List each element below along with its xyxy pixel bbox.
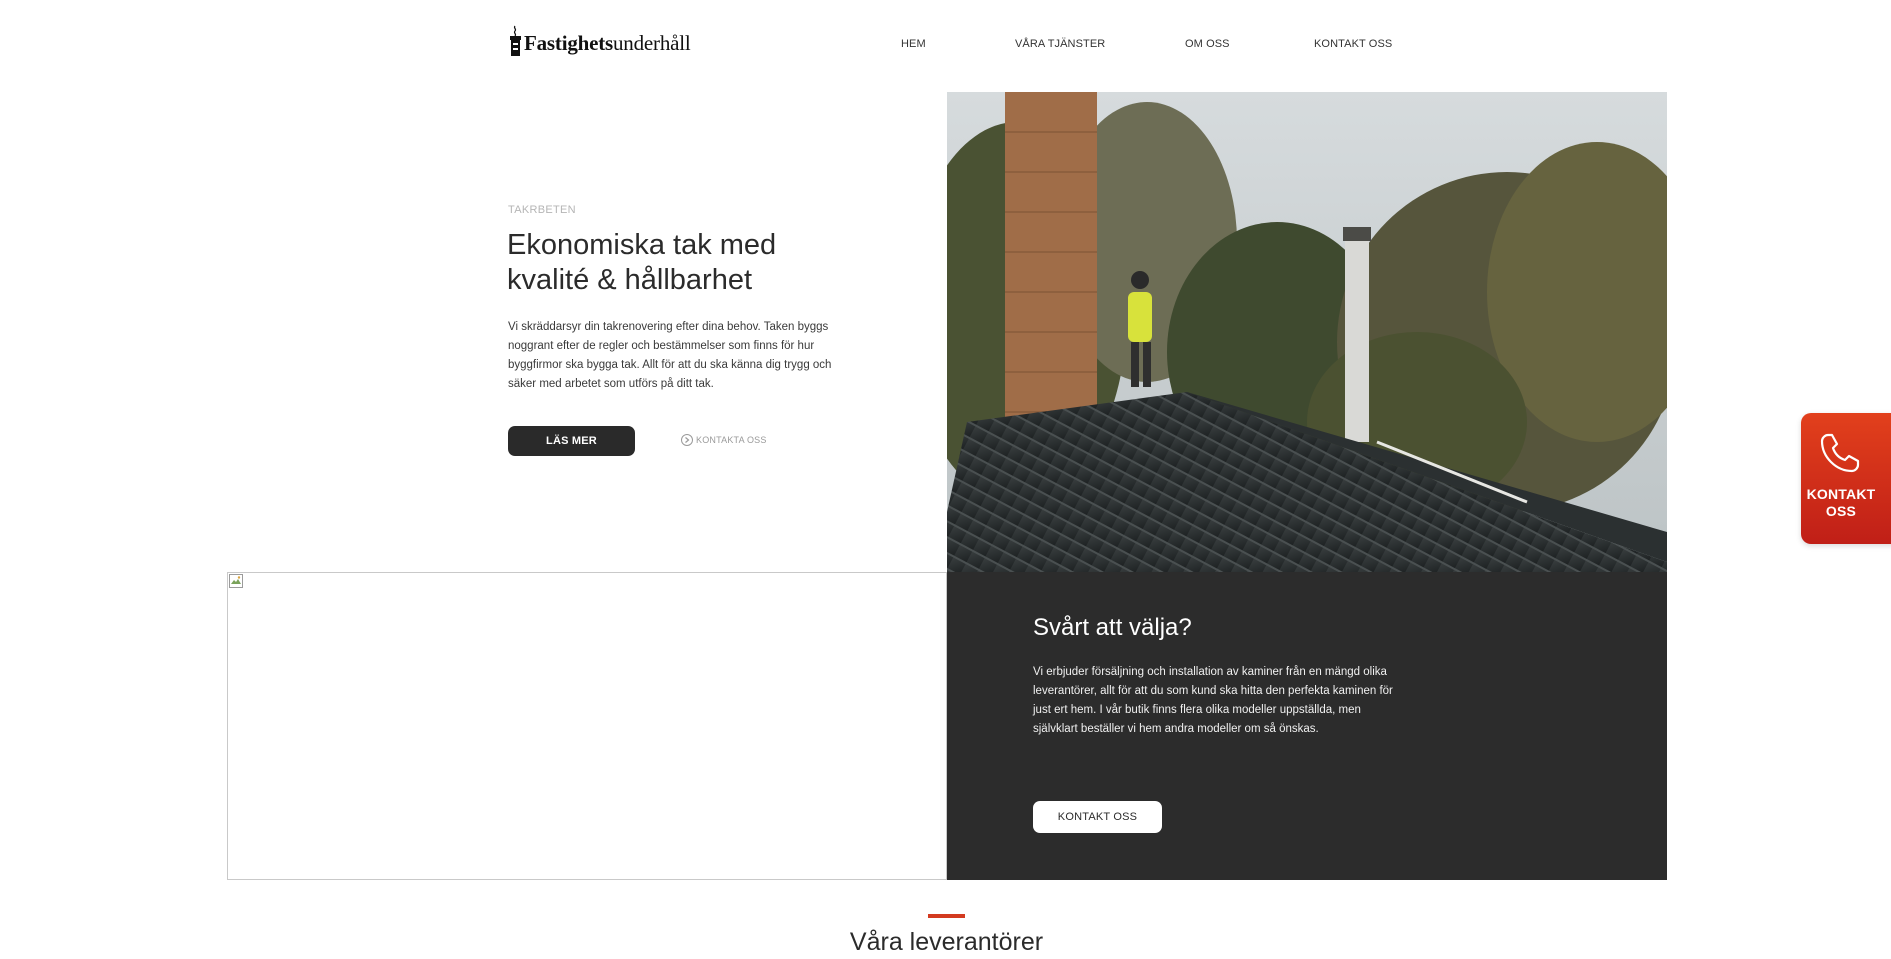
suppliers-title: Våra leverantörer bbox=[849, 928, 1044, 956]
nav-item-om-oss[interactable]: OM OSS bbox=[1185, 38, 1230, 50]
floating-contact-button[interactable]: KONTAKT OSS bbox=[1801, 413, 1891, 544]
hero-eyebrow: TAKRBETEN bbox=[508, 204, 576, 216]
nav-item-vara-tjanster[interactable]: VÅRA TJÄNSTER bbox=[1015, 38, 1105, 50]
nav-item-kontakt-oss[interactable]: KONTAKT OSS bbox=[1314, 38, 1392, 50]
contact-link[interactable]: KONTAKTA OSS bbox=[681, 434, 767, 446]
broken-image-icon bbox=[229, 574, 243, 588]
floating-contact-label: KONTAKT OSS bbox=[1806, 486, 1876, 519]
section-accent-line bbox=[928, 914, 965, 918]
broken-image-placeholder bbox=[227, 572, 947, 880]
contact-link-label: KONTAKTA OSS bbox=[696, 435, 767, 445]
hero-title: Ekonomiska tak med kvalité & hållbarhet bbox=[507, 229, 777, 296]
site-logo[interactable]: Fastighets underhåll bbox=[508, 16, 691, 56]
arrow-circle-icon bbox=[681, 434, 693, 446]
hero-roof-photo bbox=[947, 92, 1667, 572]
info-panel-text: Vi erbjuder försäljning och installation… bbox=[1033, 666, 1393, 735]
info-panel-contact-button[interactable]: KONTAKT OSS bbox=[1033, 801, 1162, 833]
logo-text-light: underhåll bbox=[613, 31, 691, 55]
info-panel: Svårt att välja? Vi erbjuder försäljning… bbox=[947, 572, 1667, 880]
logo-text-bold: Fastighets bbox=[524, 31, 613, 55]
read-more-button[interactable]: LÄS MER bbox=[508, 426, 635, 456]
info-panel-title: Svårt att välja? bbox=[1033, 614, 1192, 641]
nav-item-hem[interactable]: HEM bbox=[901, 38, 926, 50]
phone-icon bbox=[1818, 431, 1864, 480]
logo-chimney-icon bbox=[508, 25, 523, 56]
hero-text: Vi skräddarsyr din takrenovering efter d… bbox=[508, 321, 832, 390]
